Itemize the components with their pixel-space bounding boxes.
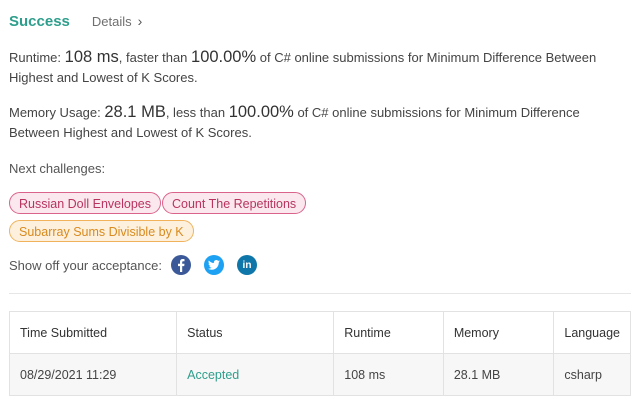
memory-prefix: Memory Usage: [9,105,105,120]
cell-runtime: 108 ms [333,353,444,396]
share-row: Show off your acceptance: in [9,255,270,275]
submission-status: Success [9,12,70,30]
details-label: Details [91,13,132,29]
submissions-table: Time Submitted Status Runtime Memory Lan… [8,311,631,396]
table-row: 08/29/2021 11:29 Accepted 108 ms 28.1 MB… [8,353,631,396]
next-challenges-label: Next challenges: [9,161,106,176]
memory-value: 28.1 MB [104,103,166,121]
cell-memory: 28.1 MB [442,353,555,396]
section-divider [9,293,631,294]
runtime-value: 108 ms [64,48,119,66]
memory-stat: Memory Usage: 28.1 MB, less than 100.00%… [9,102,631,143]
runtime-percent: 100.00% [191,48,257,66]
result-header: Success Details › [9,11,142,31]
share-label: Show off your acceptance: [9,257,162,273]
challenge-chip-subarray-sums-divisible-by-k[interactable]: Subarray Sums Divisible by K [9,220,194,242]
challenge-chip-count-the-repetitions[interactable]: Count The Repetitions [162,192,307,214]
memory-middle: , less than [165,105,229,120]
facebook-icon[interactable] [171,255,191,275]
cell-time-submitted: 08/29/2021 11:29 [8,353,178,396]
challenge-chip-russian-doll-envelopes[interactable]: Russian Doll Envelopes [9,192,162,214]
memory-percent: 100.00% [228,103,294,121]
runtime-stat: Runtime: 108 ms, faster than 100.00% of … [9,47,631,88]
twitter-icon[interactable] [204,255,224,275]
cell-language: csharp [553,353,631,396]
table-header-row: Time Submitted Status Runtime Memory Lan… [8,311,631,354]
column-header-time-submitted: Time Submitted [8,311,178,354]
column-header-language: Language [553,311,631,354]
column-header-memory: Memory [442,311,555,354]
column-header-status: Status [176,311,335,354]
details-link[interactable]: Details › [92,13,142,29]
runtime-prefix: Runtime: [9,50,65,65]
chevron-right-icon: › [137,13,143,29]
runtime-middle: , faster than [118,50,192,65]
cell-status-link[interactable]: Accepted [176,353,335,396]
column-header-runtime: Runtime [333,311,444,354]
linkedin-icon[interactable]: in [237,255,257,275]
